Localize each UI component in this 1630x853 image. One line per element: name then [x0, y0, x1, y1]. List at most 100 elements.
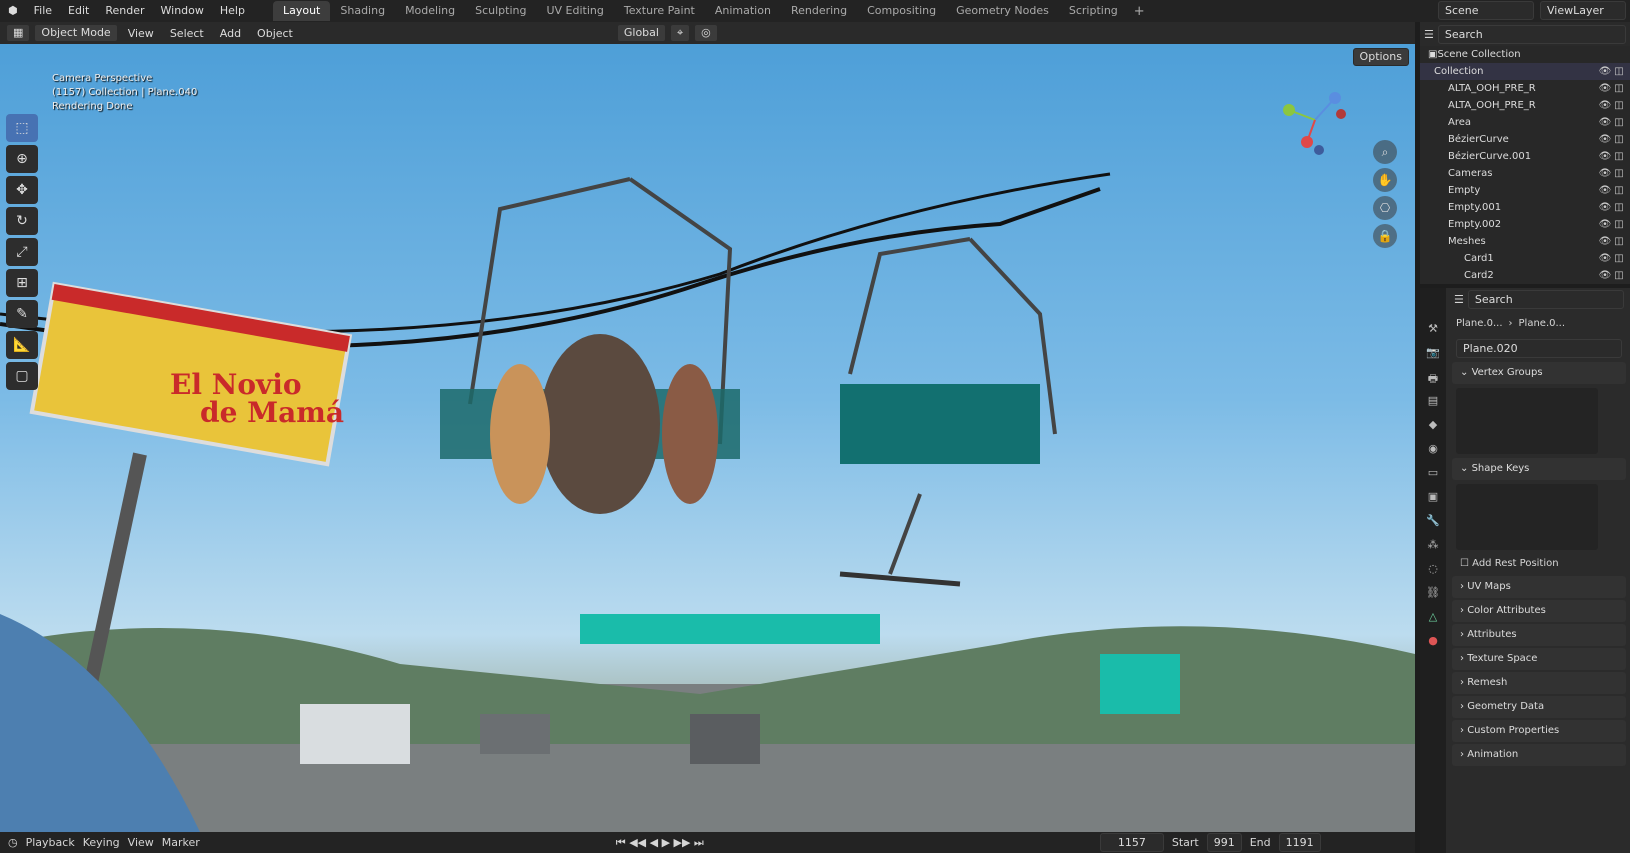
menu-help[interactable]: Help	[212, 0, 253, 22]
eye-icon[interactable]: 👁	[1598, 148, 1612, 165]
outliner-row[interactable]: Empty.001 👁 ◫	[1420, 199, 1630, 216]
tab-texture-paint[interactable]: Texture Paint	[614, 1, 705, 21]
outliner-row[interactable]: ALTA_OOH_PRE_R 👁 ◫	[1420, 80, 1630, 97]
scene-field[interactable]: Scene	[1438, 1, 1534, 20]
eye-icon[interactable]: 👁	[1598, 233, 1612, 250]
collection-tab-icon[interactable]: ▭	[1424, 466, 1442, 482]
end-frame-field[interactable]: 1191	[1278, 833, 1321, 852]
physics-tab-icon[interactable]: ◌	[1424, 562, 1442, 578]
camera-icon[interactable]: ◫	[1612, 63, 1626, 80]
select-menu[interactable]: Select	[164, 27, 210, 40]
world-tab-icon[interactable]: ◉	[1424, 442, 1442, 458]
select-tool-icon[interactable]: ⬚	[6, 114, 38, 142]
panel-vertex-groups[interactable]: ⌄ Vertex Groups	[1452, 362, 1626, 384]
tab-shading[interactable]: Shading	[330, 1, 395, 21]
camera-icon[interactable]: ◫	[1612, 80, 1626, 97]
tab-geometry-nodes[interactable]: Geometry Nodes	[946, 1, 1059, 21]
properties-search[interactable]: Search	[1467, 289, 1624, 309]
scale-tool-icon[interactable]: ⤢	[6, 238, 38, 266]
particles-tab-icon[interactable]: ⁂	[1424, 538, 1442, 554]
cursor-tool-icon[interactable]: ⊕	[6, 145, 38, 173]
menu-file[interactable]: File	[26, 0, 60, 22]
object-tab-icon[interactable]: ▣	[1424, 490, 1442, 506]
options-button[interactable]: Options	[1352, 48, 1409, 66]
panel-uv-maps[interactable]: › UV Maps	[1452, 576, 1626, 598]
outliner-row[interactable]: Empty 👁 ◫	[1420, 182, 1630, 199]
transform-tool-icon[interactable]: ⊞	[6, 269, 38, 297]
panel-shape-keys[interactable]: ⌄ Shape Keys	[1452, 458, 1626, 480]
camera-icon[interactable]: ◫	[1612, 233, 1626, 250]
eye-icon[interactable]: 👁	[1598, 199, 1612, 216]
outliner-row[interactable]: Cameras 👁 ◫	[1420, 165, 1630, 182]
current-frame-field[interactable]: 1157	[1099, 833, 1164, 852]
constraints-tab-icon[interactable]: ⛓	[1424, 586, 1442, 602]
material-tab-icon[interactable]: ●	[1424, 634, 1442, 650]
outliner-row[interactable]: Card2 👁 ◫	[1420, 267, 1630, 284]
annotate-tool-icon[interactable]: ✎	[6, 300, 38, 328]
editor-type-icon[interactable]: ☰	[1454, 293, 1464, 306]
modifier-tab-icon[interactable]: 🔧	[1424, 514, 1442, 530]
menu-render[interactable]: Render	[97, 0, 152, 22]
camera-icon[interactable]: ◫	[1612, 165, 1626, 182]
outliner-row[interactable]: BézierCurve.001 👁 ◫	[1420, 148, 1630, 165]
tool-tab-icon[interactable]: ⚒	[1424, 322, 1442, 338]
outliner-row[interactable]: Area 👁 ◫	[1420, 114, 1630, 131]
eye-icon[interactable]: 👁	[1598, 250, 1612, 267]
camera-icon[interactable]: ◫	[1612, 148, 1626, 165]
tab-compositing[interactable]: Compositing	[857, 1, 946, 21]
panel-texture-space[interactable]: › Texture Space	[1452, 648, 1626, 670]
tab-rendering[interactable]: Rendering	[781, 1, 857, 21]
panel-remesh[interactable]: › Remesh	[1452, 672, 1626, 694]
panel-geometry-data[interactable]: › Geometry Data	[1452, 696, 1626, 718]
lock-icon[interactable]: 🔒	[1373, 224, 1397, 248]
view-menu[interactable]: View	[122, 27, 160, 40]
blender-logo-icon[interactable]: ⬢	[0, 0, 26, 22]
add-menu[interactable]: Add	[214, 27, 247, 40]
tab-uv-editing[interactable]: UV Editing	[536, 1, 613, 21]
eye-icon[interactable]: 👁	[1598, 80, 1612, 97]
camera-icon[interactable]: ◫	[1612, 267, 1626, 284]
camera-icon[interactable]: ◫	[1612, 114, 1626, 131]
tab-animation[interactable]: Animation	[705, 1, 781, 21]
render-tab-icon[interactable]: 📷	[1424, 346, 1442, 362]
menu-edit[interactable]: Edit	[60, 0, 97, 22]
camera-icon[interactable]: ◫	[1612, 131, 1626, 148]
orientation-dropdown[interactable]: Global	[616, 24, 666, 42]
add-rest-checkbox[interactable]: ☐ Add Rest Position	[1450, 554, 1628, 574]
navigation-gizmo[interactable]	[1275, 80, 1355, 160]
panel-color-attributes[interactable]: › Color Attributes	[1452, 600, 1626, 622]
menu-window[interactable]: Window	[153, 0, 212, 22]
add-cube-tool-icon[interactable]: ▢	[6, 362, 38, 390]
snap-icon[interactable]: ⌖	[669, 24, 691, 42]
eye-icon[interactable]: 👁	[1598, 216, 1612, 233]
eye-icon[interactable]: 👁	[1598, 131, 1612, 148]
vertex-groups-list[interactable]	[1456, 388, 1598, 454]
pan-hand-icon[interactable]: ✋	[1373, 168, 1397, 192]
editor-type-icon[interactable]: ◷	[8, 836, 18, 849]
outliner-row-collection[interactable]: Collection 👁 ◫	[1420, 63, 1630, 80]
outliner-row[interactable]: BézierCurve 👁 ◫	[1420, 131, 1630, 148]
zoom-icon[interactable]: ⌕	[1373, 140, 1397, 164]
mesh-name-field[interactable]: Plane.020	[1456, 338, 1622, 358]
3d-viewport[interactable]: El Novio de Mamá Camera Perspective (115…	[0, 44, 1415, 832]
object-menu[interactable]: Object	[251, 27, 299, 40]
tab-sculpting[interactable]: Sculpting	[465, 1, 536, 21]
eye-icon[interactable]: 👁	[1598, 182, 1612, 199]
outliner-row[interactable]: ALTA_OOH_PRE_R 👁 ◫	[1420, 97, 1630, 114]
eye-icon[interactable]: 👁	[1598, 165, 1612, 182]
shape-keys-list[interactable]	[1456, 484, 1598, 550]
mode-dropdown[interactable]: Object Mode	[34, 24, 118, 42]
view-layer-tab-icon[interactable]: ▤	[1424, 394, 1442, 410]
measure-tool-icon[interactable]: 📐	[6, 331, 38, 359]
outliner-search[interactable]: Search	[1437, 24, 1626, 44]
move-tool-icon[interactable]: ✥	[6, 176, 38, 204]
eye-icon[interactable]: 👁	[1598, 114, 1612, 131]
eye-icon[interactable]: 👁	[1598, 267, 1612, 284]
outliner-row[interactable]: Card1 👁 ◫	[1420, 250, 1630, 267]
panel-animation[interactable]: › Animation	[1452, 744, 1626, 766]
playback-menu[interactable]: Playback	[26, 836, 75, 849]
camera-icon[interactable]: ◫	[1612, 199, 1626, 216]
filter-icon[interactable]: ☰	[1424, 28, 1434, 41]
keying-menu[interactable]: Keying	[83, 836, 120, 849]
outliner-row[interactable]: Meshes 👁 ◫	[1420, 233, 1630, 250]
